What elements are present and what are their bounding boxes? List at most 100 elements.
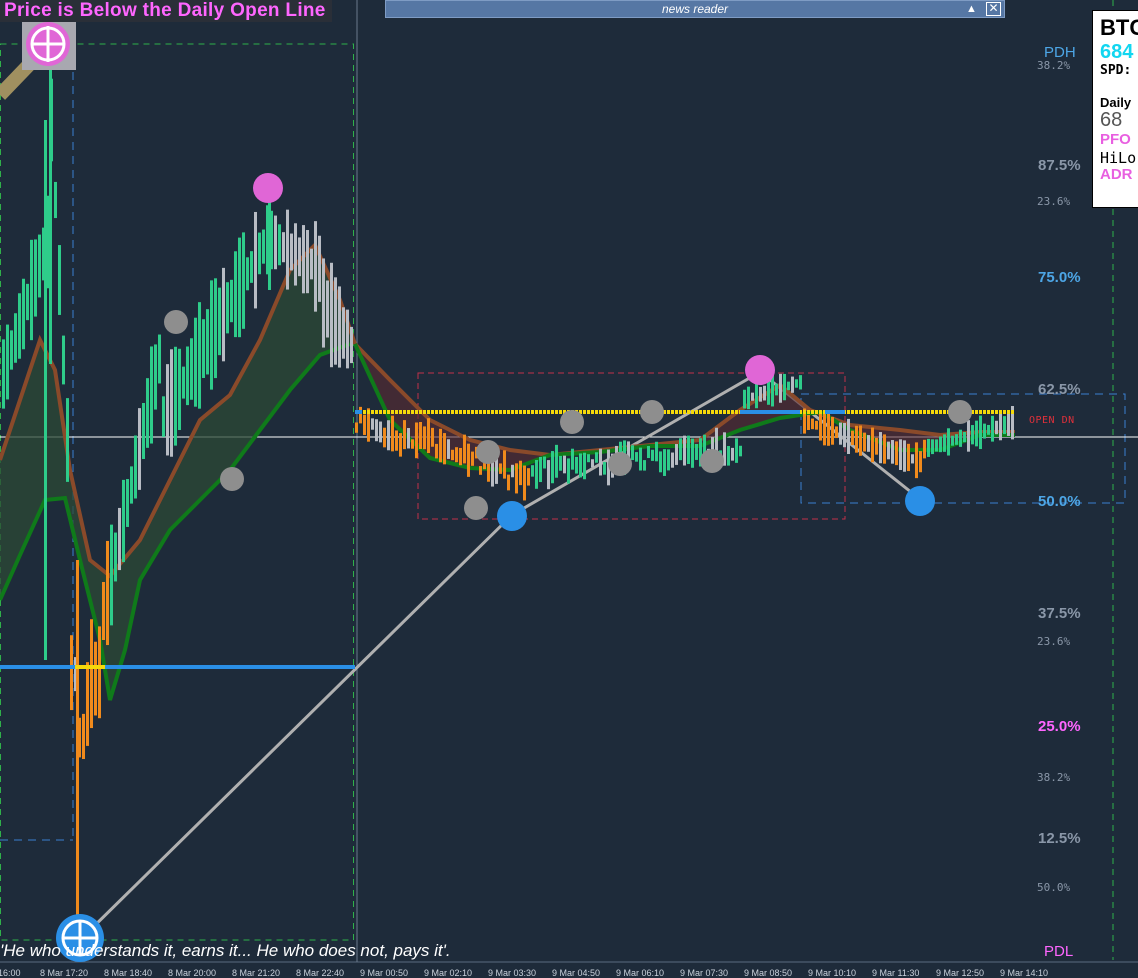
info-panel: BTC 684 SPD: Daily 68 PFO HiLo ADR [1092,10,1138,208]
candle [58,245,61,315]
candle [831,416,834,445]
candle [735,438,738,463]
price-chart-canvas[interactable] [0,0,1138,978]
candle [194,317,197,407]
candle [282,232,285,263]
candle [206,309,209,375]
candle [551,451,554,484]
candle [463,434,466,464]
candle [306,230,309,294]
candle [407,428,410,449]
candle [82,713,85,760]
candle [451,449,454,461]
time-tick: 9 Mar 03:30 [488,968,537,978]
candle [350,326,353,364]
swing-dot-grey [476,440,500,464]
candle [455,447,458,463]
candle [198,302,201,409]
candle [210,280,213,390]
candle [423,426,426,450]
candle [94,641,97,716]
status-title: Price is Below the Daily Open Line [0,0,332,22]
fib-small-23-6-top: 23.6% [1037,195,1071,208]
candle [102,581,105,641]
candle [663,449,666,476]
fib-62-5: 62.5% [1038,381,1081,398]
candle [62,335,65,385]
fib-small-38-2-bottom: 38.2% [1037,771,1071,784]
candle [871,427,874,463]
candle [511,464,514,478]
candle [230,279,233,323]
candle [587,454,590,463]
candle [54,181,57,219]
candle [919,451,922,473]
candle [667,449,670,471]
fib-37-5: 37.5% [1038,605,1081,622]
candle [130,466,133,504]
candle [439,428,442,463]
time-tick: 9 Mar 10:10 [808,968,857,978]
candle [887,441,890,460]
candle [222,267,225,362]
minimize-icon[interactable]: ▲ [964,2,979,16]
candle [1007,411,1010,436]
candle [338,286,341,368]
candle [190,338,193,400]
quote-text: 'He who understands it, earns it... He w… [0,941,451,960]
candle [559,455,562,471]
candle [955,434,958,445]
time-tick: 8 Mar 17:20 [40,968,89,978]
price-value: 684 [1100,41,1134,63]
candle [238,237,241,338]
fib-25-0: 25.0% [1038,718,1081,735]
candle [70,635,73,711]
candle [254,211,257,309]
candle [823,410,826,446]
time-tick: 9 Mar 06:10 [616,968,665,978]
candle [234,251,237,338]
fib-small-50-0: 50.0% [1037,881,1071,894]
time-tick: 8 Mar 22:40 [296,968,345,978]
candle [6,324,9,400]
candle [543,456,546,469]
candle [375,419,378,442]
candle [903,440,906,472]
candle [371,418,374,430]
candle [214,278,217,379]
news-reader-bar[interactable]: news reader ▲ ✕ [385,0,1005,18]
candle [531,465,534,477]
candle [979,415,982,450]
candle [150,346,153,444]
fib-12-5: 12.5% [1038,830,1081,847]
candle [134,435,137,499]
candle [122,479,125,563]
candle [166,364,169,456]
close-icon[interactable]: ✕ [986,2,1001,16]
candle [987,424,990,435]
time-tick: 9 Mar 04:50 [552,968,601,978]
candle [242,232,245,329]
news-reader-title: news reader [661,2,729,16]
candle [639,447,642,471]
candle [294,223,297,286]
candle [419,422,422,449]
candle [863,432,866,452]
time-tick: 16:00 [0,968,21,978]
candle [579,453,582,478]
candle [875,437,878,455]
swing-dot-grey [640,400,664,424]
candle [186,346,189,406]
candle [539,456,542,483]
candle [775,383,778,396]
candle [943,434,946,452]
candle [302,225,305,294]
candle [859,425,862,456]
candle [507,474,510,491]
candle [391,415,394,452]
candle [519,460,522,486]
candle [659,451,662,473]
swing-dot-blue [905,486,935,516]
candle [827,413,830,446]
candle [839,422,842,445]
